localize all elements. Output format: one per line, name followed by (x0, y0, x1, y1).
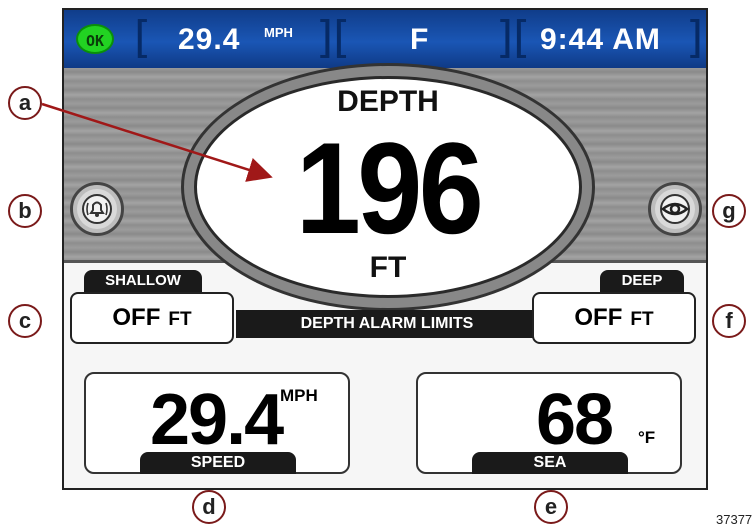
callout-f: f (712, 304, 746, 338)
callout-g: g (712, 194, 746, 228)
callout-b: b (8, 194, 42, 228)
callout-d: d (192, 490, 226, 524)
callout-a-arrow (41, 102, 273, 182)
callout-a: a (8, 86, 42, 120)
figure-code: 37377 (716, 512, 752, 527)
callout-arrow-layer (41, 102, 273, 182)
callout-e: e (534, 490, 568, 524)
callout-c: c (8, 304, 42, 338)
